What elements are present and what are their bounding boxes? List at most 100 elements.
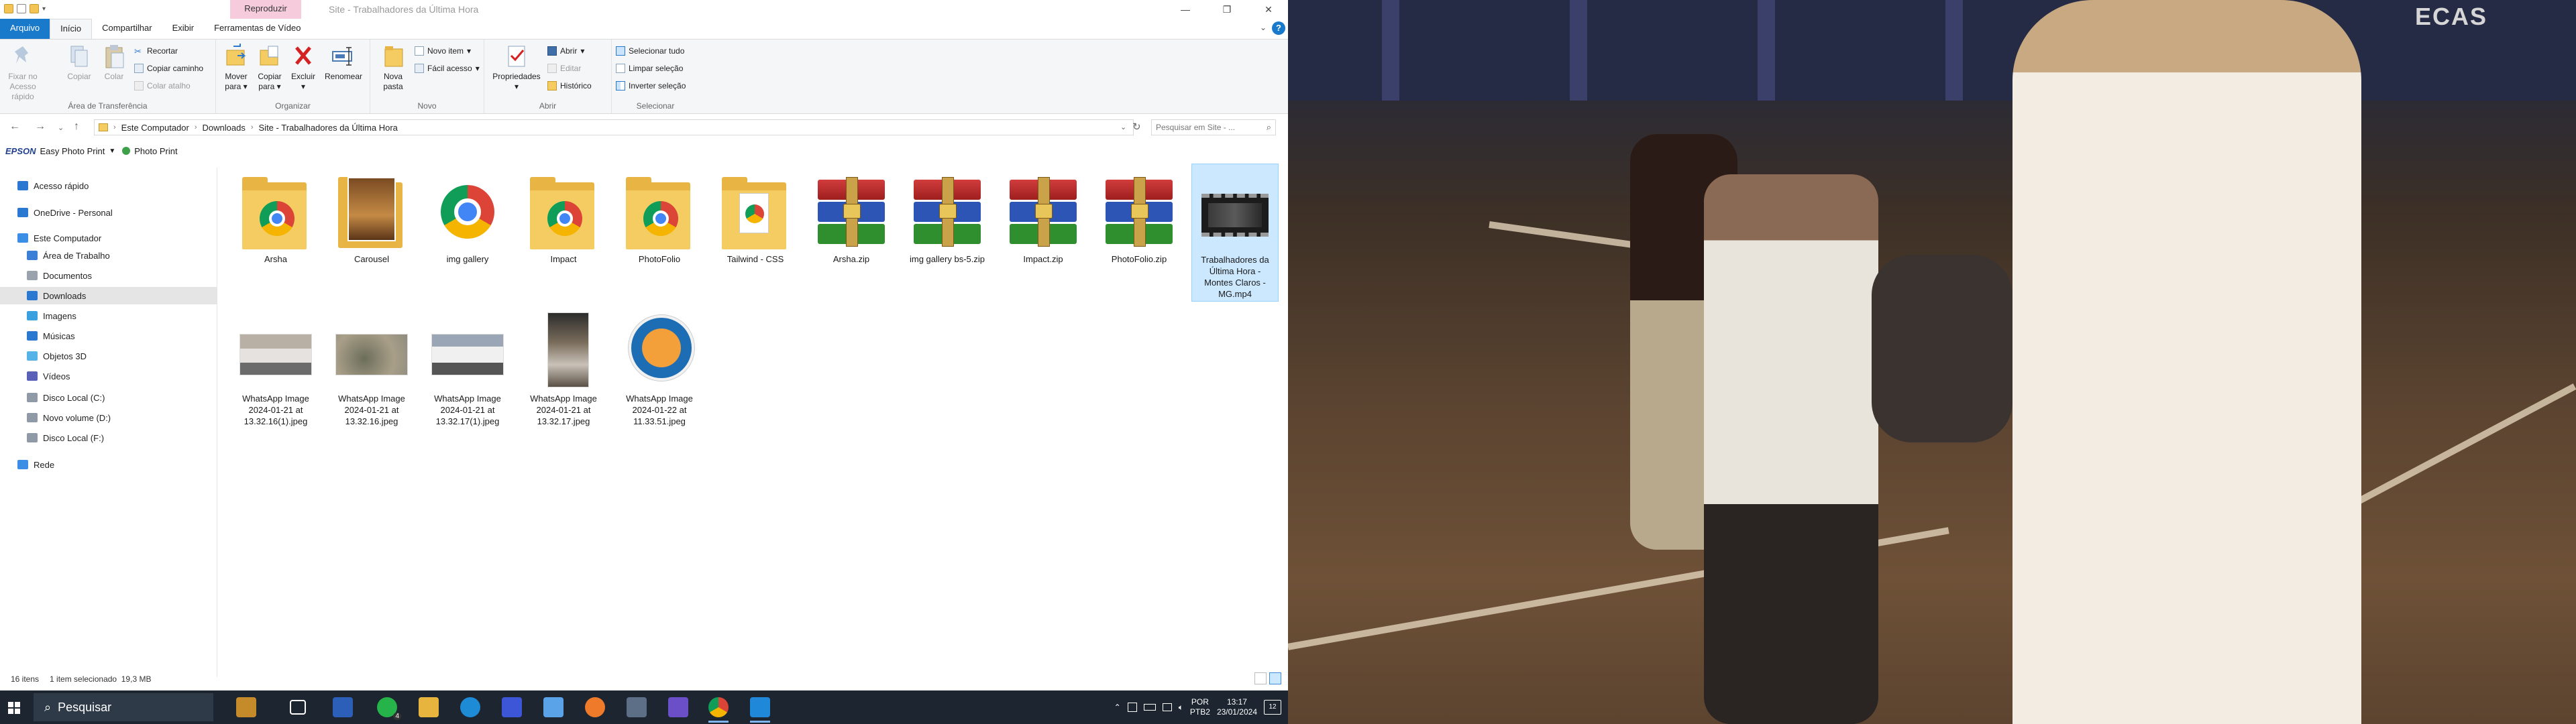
paste-button[interactable]: Colar	[97, 44, 131, 82]
ribbon-collapse-icon[interactable]: ⌄	[1260, 23, 1267, 32]
sidebar-item-local-disk-c[interactable]: Disco Local (C:)	[0, 389, 217, 406]
input-language[interactable]: POR PTB2	[1190, 697, 1210, 717]
sidebar-item-videos[interactable]: Vídeos	[0, 367, 217, 385]
tray-chevron-icon[interactable]: ⌃	[1114, 703, 1121, 712]
file-item[interactable]: Carousel	[328, 164, 415, 302]
move-to-button[interactable]: Mover para ▾	[219, 44, 254, 92]
file-item[interactable]: Impact	[520, 164, 607, 302]
file-item[interactable]: WhatsApp Image 2024-01-21 at 13.32.17.jp…	[520, 303, 607, 441]
rename-button[interactable]: Renomear	[322, 44, 365, 82]
help-button[interactable]: ?	[1272, 21, 1285, 35]
firefox-icon[interactable]	[585, 697, 605, 717]
delete-button[interactable]: Excluir ▾	[286, 44, 321, 92]
select-all-button[interactable]: Selecionar tudo	[616, 45, 684, 57]
new-folder-button[interactable]: Nova pasta	[376, 44, 411, 92]
chrome-icon[interactable]	[708, 697, 729, 723]
breadcrumb-item[interactable]: Este Computador	[121, 123, 189, 133]
sidebar-item-pictures[interactable]: Imagens	[0, 307, 217, 324]
clock[interactable]: 13:17 23/01/2024	[1217, 697, 1257, 717]
file-item[interactable]: WhatsApp Image 2024-01-21 at 13.32.16(1)…	[232, 303, 319, 441]
sidebar-item-local-disk-f[interactable]: Disco Local (F:)	[0, 429, 217, 446]
refresh-icon[interactable]: ↻	[1132, 121, 1141, 133]
sidebar-item-documents[interactable]: Documentos	[0, 267, 217, 284]
word-icon[interactable]	[333, 697, 353, 717]
sidebar-item-desktop[interactable]: Área de Trabalho	[0, 247, 217, 264]
sidebar-item-this-pc[interactable]: Este Computador	[0, 229, 217, 247]
tray-app-icon[interactable]	[1127, 703, 1137, 712]
qat-dropdown-icon[interactable]: ▾	[42, 5, 46, 13]
taskbar-search[interactable]: ⌕ Pesquisar	[34, 693, 213, 721]
file-item[interactable]: WhatsApp Image 2024-01-22 at 11.33.51.jp…	[616, 303, 703, 441]
properties-button[interactable]: Propriedades ▾	[491, 44, 542, 92]
file-item[interactable]: Tailwind - CSS	[712, 164, 799, 302]
tab-home[interactable]: Início	[50, 19, 93, 39]
recent-locations-icon[interactable]: ⌄	[58, 123, 64, 132]
file-item[interactable]: Impact.zip	[1000, 164, 1087, 302]
cut-button[interactable]: ✂ Recortar	[134, 45, 178, 57]
new-item-button[interactable]: Novo item ▾	[415, 45, 471, 57]
paste-shortcut-button[interactable]: Colar atalho	[134, 80, 191, 92]
breadcrumb[interactable]: › Este Computador › Downloads › Site - T…	[94, 119, 1134, 135]
search-input[interactable]: Pesquisar em Site - ... ⌕	[1151, 119, 1276, 135]
sidebar-item-downloads[interactable]: Downloads	[0, 287, 217, 304]
explorer-icon[interactable]	[543, 697, 564, 717]
breadcrumb-separator-icon[interactable]: ›	[251, 123, 254, 131]
forward-arrow-icon[interactable]: →	[35, 121, 46, 133]
file-manager-icon[interactable]	[236, 697, 256, 717]
large-icons-view-icon[interactable]	[1269, 672, 1281, 684]
sidebar-item-new-volume-d[interactable]: Novo volume (D:)	[0, 409, 217, 426]
easy-access-button[interactable]: Fácil acesso ▾	[415, 62, 480, 74]
tab-video-tools[interactable]: Ferramentas de Vídeo	[204, 19, 311, 39]
properties-dropdown-icon[interactable]: ▾	[491, 82, 542, 92]
whatsapp-icon[interactable]: 4	[377, 697, 401, 720]
tab-file[interactable]: Arquivo	[0, 19, 50, 39]
sidebar-item-network[interactable]: Rede	[0, 456, 217, 473]
history-button[interactable]: Histórico	[547, 80, 592, 92]
easy-photo-print-dropdown-icon[interactable]: ▼	[109, 147, 115, 155]
details-view-icon[interactable]	[1254, 672, 1267, 684]
file-explorer-icon[interactable]	[419, 697, 439, 717]
edge-icon[interactable]	[460, 697, 480, 717]
photo-print-button[interactable]: Photo Print	[134, 146, 177, 156]
calculator-icon[interactable]	[627, 697, 647, 717]
file-item[interactable]: PhotoFolio	[616, 164, 703, 302]
select-none-button[interactable]: Limpar seleção	[616, 62, 683, 74]
start-button[interactable]	[8, 702, 20, 714]
vscode-icon[interactable]	[750, 697, 770, 723]
file-item[interactable]: img gallery	[424, 164, 511, 302]
copy-button[interactable]: Copiar	[62, 44, 97, 82]
notification-center-button[interactable]: 12	[1264, 700, 1281, 715]
file-item[interactable]: PhotoFolio.zip	[1095, 164, 1183, 302]
sidebar-item-3d-objects[interactable]: Objetos 3D	[0, 347, 217, 365]
tab-share[interactable]: Compartilhar	[92, 19, 162, 39]
up-arrow-icon[interactable]: ↑	[74, 121, 79, 133]
file-item[interactable]: WhatsApp Image 2024-01-21 at 13.32.16.jp…	[328, 303, 415, 441]
file-item[interactable]: Arsha	[232, 164, 319, 302]
media-icon[interactable]	[668, 697, 688, 717]
copy-to-button[interactable]: Copiar para ▾	[252, 44, 287, 92]
copy-path-button[interactable]: Copiar caminho	[134, 62, 203, 74]
invert-selection-button[interactable]: Inverter seleção	[616, 80, 686, 92]
easy-photo-print-button[interactable]: Easy Photo Print	[40, 146, 105, 156]
address-dropdown-icon[interactable]: ⌄	[1120, 123, 1126, 131]
battery-icon[interactable]	[1143, 704, 1156, 711]
back-arrow-icon[interactable]: ←	[9, 121, 20, 133]
pin-quick-access-button[interactable]: Fixar no Acesso rápido	[5, 44, 40, 102]
breadcrumb-item[interactable]: Site - Trabalhadores da Última Hora	[259, 123, 398, 133]
network-icon[interactable]	[1162, 703, 1172, 711]
app-icon[interactable]	[502, 697, 522, 717]
open-button[interactable]: Abrir ▾	[547, 45, 584, 57]
file-item[interactable]: Trabalhadores da Última Hora - Montes Cl…	[1191, 164, 1279, 302]
breadcrumb-item[interactable]: Downloads	[203, 123, 246, 133]
sidebar-item-music[interactable]: Músicas	[0, 327, 217, 345]
new-folder-quick-icon[interactable]	[30, 4, 39, 13]
close-button[interactable]: ✕	[1253, 0, 1284, 19]
sidebar-item-onedrive[interactable]: OneDrive - Personal	[0, 204, 217, 221]
file-item[interactable]: img gallery bs-5.zip	[904, 164, 991, 302]
edit-button[interactable]: Editar	[547, 62, 581, 74]
properties-quick-icon[interactable]	[17, 4, 26, 13]
tab-view[interactable]: Exibir	[162, 19, 205, 39]
volume-icon[interactable]: 🔈︎	[1179, 703, 1183, 713]
maximize-button[interactable]: ❐	[1212, 0, 1242, 19]
task-view-icon[interactable]	[290, 700, 306, 715]
